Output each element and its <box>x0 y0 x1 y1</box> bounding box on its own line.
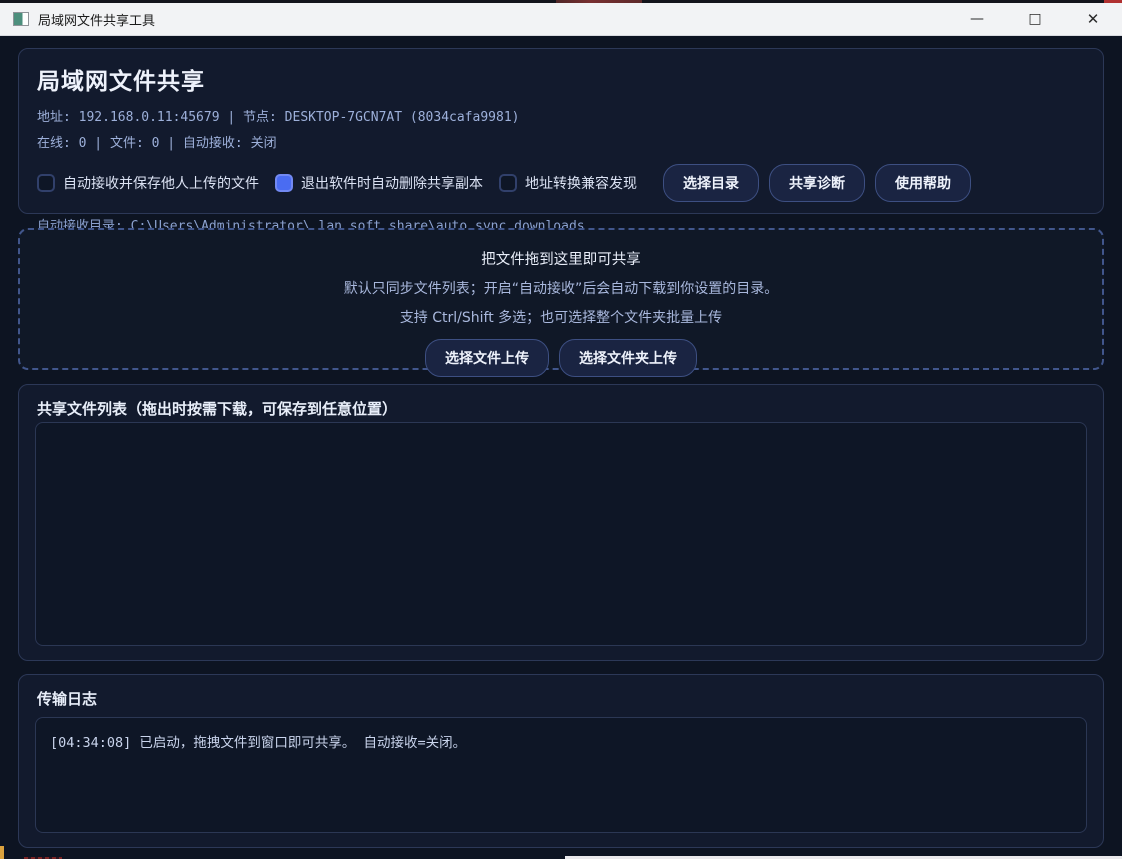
delete-copy-on-exit-checkbox[interactable] <box>275 174 293 192</box>
desktop-artifact <box>0 846 4 859</box>
shared-files-title: 共享文件列表（拖出时按需下载，可保存到任意位置） <box>37 400 398 418</box>
delete-copy-on-exit-label: 退出软件时自动删除共享副本 <box>301 176 483 192</box>
upload-folder-button[interactable]: 选择文件夹上传 <box>559 339 697 377</box>
transfer-log-panel: 传输日志 [04:34:08] 已启动，拖拽文件到窗口即可共享。 自动接收=关闭… <box>18 674 1104 848</box>
share-diagnosis-button[interactable]: 共享诊断 <box>769 164 865 202</box>
app-icon <box>13 12 29 26</box>
choose-directory-button[interactable]: 选择目录 <box>663 164 759 202</box>
dropzone-hint-multiselect: 支持 Ctrl/Shift 多选；也可选择整个文件夹批量上传 <box>399 310 723 326</box>
close-button[interactable]: ✕ <box>1064 3 1122 35</box>
maximize-button[interactable]: □ <box>1006 3 1064 35</box>
upload-files-button[interactable]: 选择文件上传 <box>425 339 549 377</box>
window-title: 局域网文件共享工具 <box>38 13 156 29</box>
minimize-button[interactable]: — <box>948 3 1006 35</box>
help-button[interactable]: 使用帮助 <box>875 164 971 202</box>
window-controls: — □ ✕ <box>948 3 1122 35</box>
dropzone-buttons: 选择文件上传 选择文件夹上传 <box>425 339 697 377</box>
options-row: 自动接收并保存他人上传的文件 退出软件时自动删除共享副本 地址转换兼容发现 选择… <box>37 164 1103 202</box>
auto-receive-label: 自动接收并保存他人上传的文件 <box>63 176 259 192</box>
nat-compat-discovery-checkbox[interactable] <box>499 174 517 192</box>
transfer-log-title: 传输日志 <box>37 690 98 708</box>
transfer-log-box[interactable]: [04:34:08] 已启动，拖拽文件到窗口即可共享。 自动接收=关闭。 <box>35 717 1087 833</box>
log-entry: [04:34:08] 已启动，拖拽文件到窗口即可共享。 自动接收=关闭。 <box>50 735 467 751</box>
dropzone-hint-main: 把文件拖到这里即可共享 <box>481 252 641 268</box>
header-panel: 局域网文件共享 地址: 192.168.0.11:45679 | 节点: DES… <box>18 48 1104 234</box>
address-line: 地址: 192.168.0.11:45679 | 节点: DESKTOP-7GC… <box>37 110 520 125</box>
nat-compat-discovery-label: 地址转换兼容发现 <box>525 176 637 192</box>
titlebar[interactable]: 局域网文件共享工具 — □ ✕ <box>0 3 1122 36</box>
shared-files-listbox[interactable] <box>35 422 1087 646</box>
page-title: 局域网文件共享 <box>37 69 205 95</box>
shared-files-panel: 共享文件列表（拖出时按需下载，可保存到任意位置） <box>18 384 1104 661</box>
file-drop-zone[interactable]: 把文件拖到这里即可共享 默认只同步文件列表；开启“自动接收”后会自动下载到你设置… <box>18 228 1104 377</box>
auto-receive-checkbox[interactable] <box>37 174 55 192</box>
dropzone-hint-sync: 默认只同步文件列表；开启“自动接收”后会自动下载到你设置的目录。 <box>343 281 779 297</box>
status-line: 在线: 0 | 文件: 0 | 自动接收: 关闭 <box>37 136 277 151</box>
